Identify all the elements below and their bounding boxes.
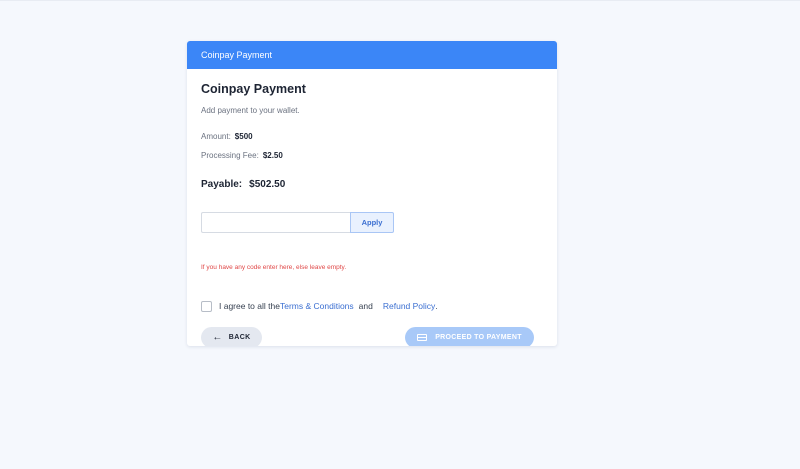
terms-link[interactable]: Terms & Conditions <box>280 301 354 311</box>
top-divider <box>0 0 800 1</box>
payment-card: Coinpay Payment Coinpay Payment Add paym… <box>187 41 557 346</box>
page-title: Coinpay Payment <box>201 82 306 96</box>
agreement-and: and <box>358 301 373 311</box>
code-hint: If you have any code enter here, else le… <box>201 264 347 271</box>
fee-value: $2.50 <box>262 151 283 160</box>
agreement-prefix: I agree to all the <box>219 301 280 311</box>
refund-policy-link[interactable]: Refund Policy <box>383 301 435 311</box>
fee-label: Processing Fee: <box>201 151 259 160</box>
payable-value: $502.50 <box>249 179 286 190</box>
proceed-button-label: PROCEED TO PAYMENT <box>435 334 522 341</box>
agreement-row: I agree to all the Terms & Conditions and R… <box>201 300 438 312</box>
page-subtitle: Add payment to your wallet. <box>201 106 300 115</box>
agreement-suffix: . <box>435 301 438 311</box>
amount-value: $500 <box>234 132 253 141</box>
code-input[interactable] <box>201 212 358 233</box>
card-header-title: Coinpay Payment <box>187 41 557 69</box>
amount-row: Amount: $500 <box>201 132 253 141</box>
agree-checkbox[interactable] <box>201 300 212 312</box>
payable-label: Payable: <box>201 179 243 190</box>
proceed-to-payment-button[interactable]: PROCEED TO PAYMENT <box>405 327 534 346</box>
amount-label: Amount: <box>201 132 231 141</box>
payable-row: Payable: $502.50 <box>201 179 285 190</box>
back-button-label: BACK <box>228 334 251 341</box>
back-button[interactable]: ← BACK <box>201 327 262 346</box>
credit-card-icon <box>417 334 428 341</box>
code-input-group: Apply <box>201 212 395 233</box>
apply-button[interactable]: Apply <box>350 212 394 233</box>
arrow-left-icon: ← <box>212 331 223 343</box>
fee-row: Processing Fee: $2.50 <box>201 151 283 160</box>
